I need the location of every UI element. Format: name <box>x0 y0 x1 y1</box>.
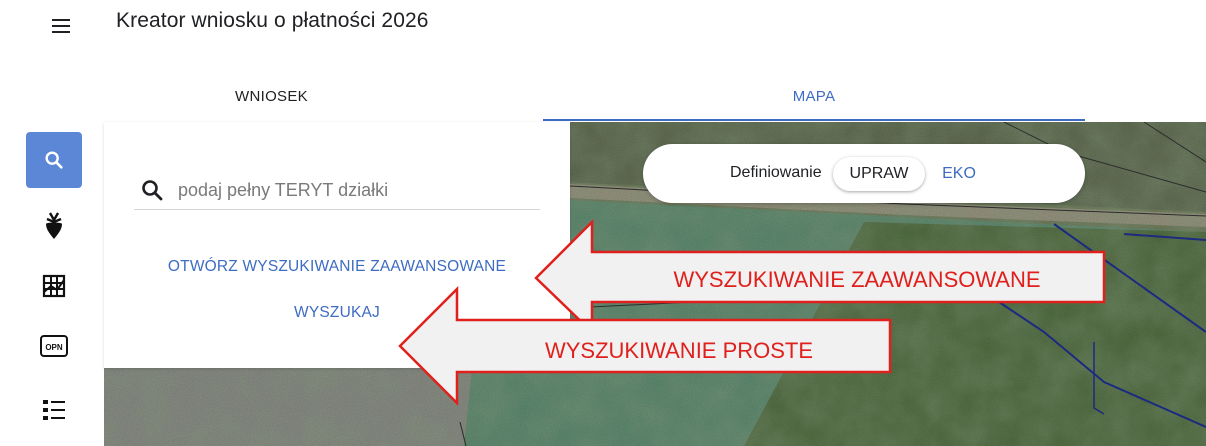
app-title: Kreator wniosku o płatności 2026 <box>116 9 429 32</box>
beet-icon <box>46 212 62 239</box>
rail-opn-button[interactable]: OPN <box>26 318 82 374</box>
advanced-search-annotation: WYSZUKIWANIE ZAAWANSOWANE <box>673 267 1041 292</box>
teryt-search-input[interactable] <box>178 176 528 204</box>
tab-mapa[interactable]: MAPA <box>543 72 1085 120</box>
rail-list-button[interactable] <box>26 382 82 438</box>
open-advanced-search-link[interactable]: OTWÓRZ WYSZUKIWANIE ZAAWANSOWANE <box>104 258 570 276</box>
search-icon <box>45 151 63 169</box>
rail-search-button[interactable] <box>26 132 82 188</box>
mode-label: Definiowanie <box>730 164 822 181</box>
tab-wniosek[interactable]: WNIOSEK <box>0 72 543 120</box>
app-header: Kreator wniosku o płatności 2026 <box>0 0 1206 48</box>
list-icon <box>43 400 65 420</box>
rail-crops-button[interactable] <box>26 198 82 254</box>
opn-icon: OPN <box>40 335 68 357</box>
grid-map-icon <box>42 274 66 298</box>
left-toolbar: OPN <box>0 122 104 446</box>
search-button[interactable]: WYSZUKAJ <box>104 304 570 322</box>
simple-search-annotation: WYSZUKIWANIE PROSTE <box>544 338 814 363</box>
active-tab-indicator <box>543 119 1085 121</box>
search-field <box>134 170 540 210</box>
search-field-icon <box>142 180 163 201</box>
search-panel: OTWÓRZ WYSZUKIWANIE ZAAWANSOWANE WYSZUKA… <box>104 122 570 368</box>
opn-badge-label: OPN <box>45 343 63 352</box>
mode-option-upraw[interactable]: UPRAW <box>833 157 925 191</box>
main-tabs: WNIOSEK MAPA <box>0 72 1206 122</box>
hamburger-menu-icon[interactable] <box>50 14 74 38</box>
rail-parcels-button[interactable] <box>26 258 82 314</box>
definition-mode-toggle: Definiowanie UPRAW EKO <box>643 144 1085 203</box>
mode-option-eko[interactable]: EKO <box>937 157 981 191</box>
